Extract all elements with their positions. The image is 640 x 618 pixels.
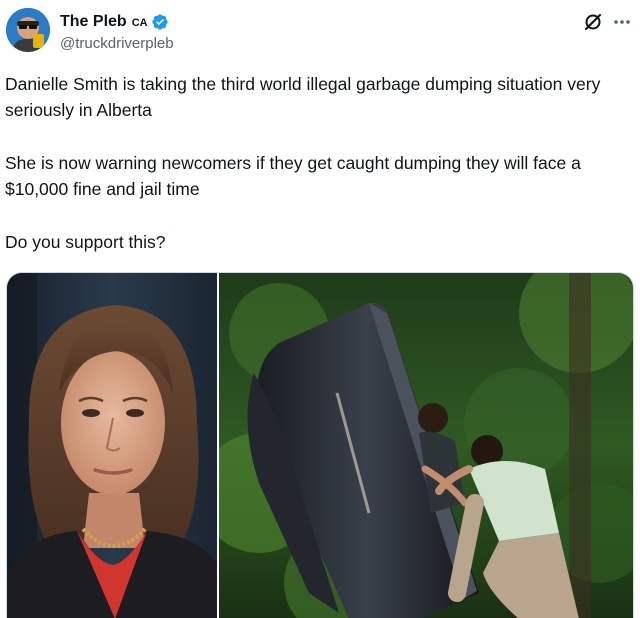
author-handle[interactable]: @truckdriverpleb <box>60 35 174 52</box>
avatar-icon <box>6 8 50 52</box>
forest-dumping-photo[interactable] <box>219 273 634 618</box>
country-tag: CA <box>131 17 148 29</box>
tweet-media[interactable] <box>6 272 634 618</box>
avatar[interactable] <box>6 8 50 52</box>
author-display-name[interactable]: The Pleb <box>60 13 127 31</box>
tweet-text: Danielle Smith is taking the third world… <box>5 71 635 255</box>
tweet-paragraph: She is now warning newcomers if they get… <box>5 153 586 199</box>
tweet-paragraph: Danielle Smith is taking the third world… <box>5 74 606 120</box>
tweet-paragraph: Do you support this? <box>5 232 166 252</box>
portrait-photo[interactable] <box>7 273 217 618</box>
more-options-icon[interactable] <box>611 12 633 32</box>
author-name-row: The Pleb CA <box>60 12 169 32</box>
grok-icon[interactable] <box>583 12 603 32</box>
tweet-header: The Pleb CA @truckdriverpleb <box>0 0 640 64</box>
verified-badge-icon[interactable] <box>151 13 169 31</box>
